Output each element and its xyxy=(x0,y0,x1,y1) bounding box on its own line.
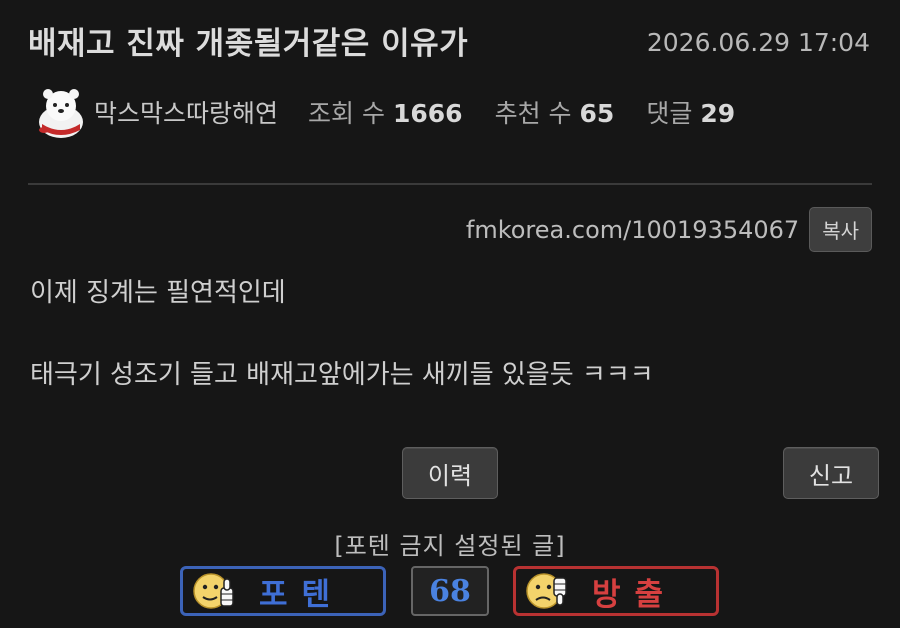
post-url[interactable]: fmkorea.com/10019354067 xyxy=(466,216,799,244)
views-label: 조회 수 xyxy=(308,99,385,128)
potent-disabled-notice: [포텐 금지 설정된 글] xyxy=(334,532,566,560)
vote-count: 68 xyxy=(411,566,489,616)
comments-stat: 댓글 29 xyxy=(646,94,735,130)
history-button[interactable]: 이력 xyxy=(402,447,498,499)
post-body-line: 태극기 성조기 들고 배재고앞에가는 새끼들 있을듯 ㅋㅋㅋ xyxy=(30,360,654,390)
upvote-button[interactable]: 포텐 xyxy=(180,566,386,616)
downvote-label: 방출 xyxy=(592,576,678,613)
copy-url-button[interactable]: 복사 xyxy=(809,207,872,252)
upvote-label: 포텐 xyxy=(259,576,345,613)
post-body-line: 이제 징계는 필연적인데 xyxy=(30,278,286,308)
thumbs-up-face-icon xyxy=(193,573,234,609)
report-button[interactable]: 신고 xyxy=(783,447,879,499)
header-divider xyxy=(28,183,872,185)
likes-label: 추천 수 xyxy=(494,99,572,128)
post-date: 2026.06.29 17:04 xyxy=(646,28,870,57)
polar-bear-avatar-icon[interactable] xyxy=(32,84,90,140)
thumbs-down-face-icon xyxy=(526,573,567,609)
post-url-row: fmkorea.com/10019354067 복사 xyxy=(466,207,872,252)
post-title: 배재고 진짜 개좆될거같은 이유가 xyxy=(28,26,469,62)
comments-label: 댓글 xyxy=(646,99,693,128)
views-stat: 조회 수 1666 xyxy=(308,94,463,130)
author-name[interactable]: 막스막스따랑해연 xyxy=(94,94,278,130)
likes-stat: 추천 수 65 xyxy=(495,94,615,130)
author-row: 막스막스따랑해연 조회 수 1666 추천 수 65 댓글 29 xyxy=(32,84,767,140)
likes-count: 65 xyxy=(579,99,615,128)
views-count: 1666 xyxy=(392,99,463,128)
downvote-button[interactable]: 방출 xyxy=(513,566,719,616)
comments-count: 29 xyxy=(700,99,736,128)
